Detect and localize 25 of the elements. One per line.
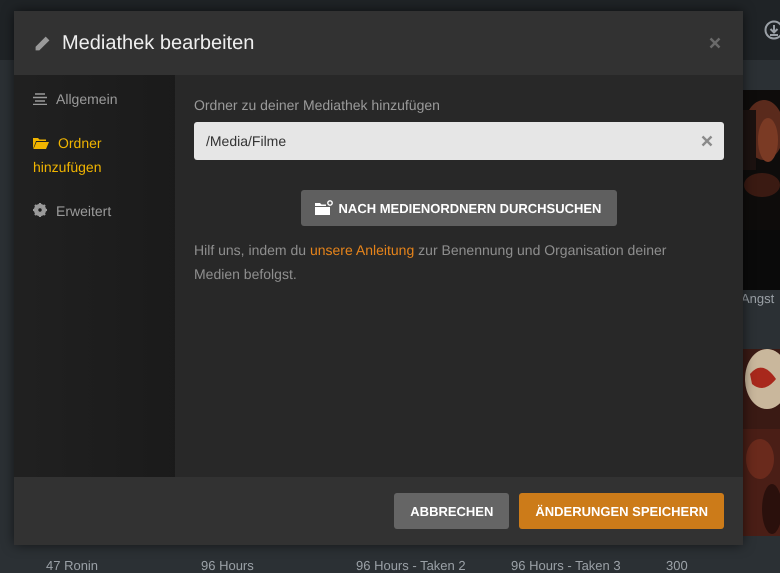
- movie-title: Angst: [741, 291, 774, 306]
- dialog-title: Mediathek bearbeiten: [62, 32, 256, 54]
- movie-title: 96 Hours - Taken 3: [511, 558, 622, 573]
- movie-title: 96 Hours: [201, 558, 255, 573]
- movie-title: 300: [666, 558, 689, 573]
- download-icon[interactable]: [764, 20, 780, 40]
- save-button[interactable]: ÄNDERUNGEN SPEICHERN: [519, 493, 724, 529]
- field-label: Ordner zu deiner Mediathek hinzufügen: [194, 97, 441, 113]
- clear-icon[interactable]: [701, 135, 713, 147]
- help-text: Hilf uns, indem du unsere Anleitung zur Benennung und Organisation deiner Medien befolgst.: [194, 241, 668, 284]
- list-icon: [33, 93, 47, 105]
- gear-icon: [33, 203, 47, 217]
- sidebar-item[interactable]: Erweitert: [33, 199, 163, 223]
- sidebar-item[interactable]: Allgemein: [33, 87, 163, 111]
- movie-title: 47 Ronin: [46, 558, 100, 573]
- folder-icon: [33, 137, 49, 149]
- cancel-button[interactable]: ABBRECHEN: [394, 493, 510, 529]
- folder-icon: [314, 200, 333, 216]
- sidebar-item[interactable]: Ordner hinzufügen: [33, 131, 163, 179]
- folder-path-field[interactable]: /Media/Filme: [194, 122, 724, 160]
- guide-link[interactable]: unsere Anleitung: [310, 242, 414, 258]
- browse-button[interactable]: NACH MEDIENORDNERN DURCHSUCHEN: [300, 190, 618, 226]
- pencil-icon: [34, 34, 51, 52]
- movie-title: 96 Hours - Taken 2: [356, 558, 467, 573]
- close-icon[interactable]: [709, 37, 721, 49]
